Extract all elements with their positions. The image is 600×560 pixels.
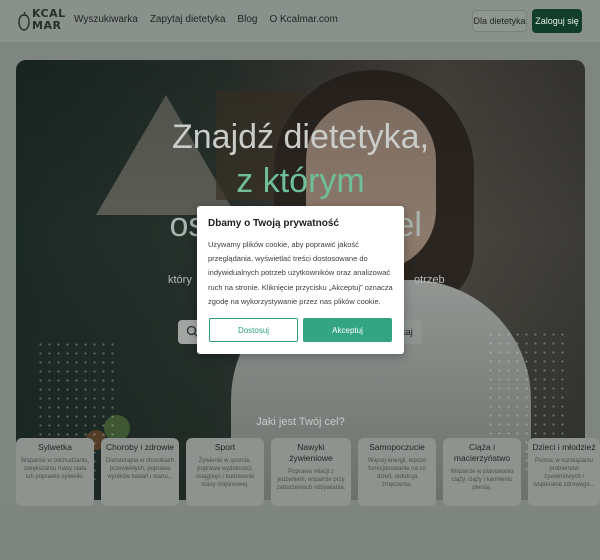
- cookie-consent-dialog: Dbamy o Twoją prywatność Używamy plików …: [197, 206, 404, 354]
- cookie-dialog-text: Używamy plików cookie, aby poprawić jako…: [208, 240, 393, 306]
- cookie-dialog-title: Dbamy o Twoją prywatność: [208, 218, 339, 229]
- accept-button[interactable]: Akceptuj: [303, 318, 392, 342]
- adjust-button[interactable]: Dostosuj: [209, 318, 298, 342]
